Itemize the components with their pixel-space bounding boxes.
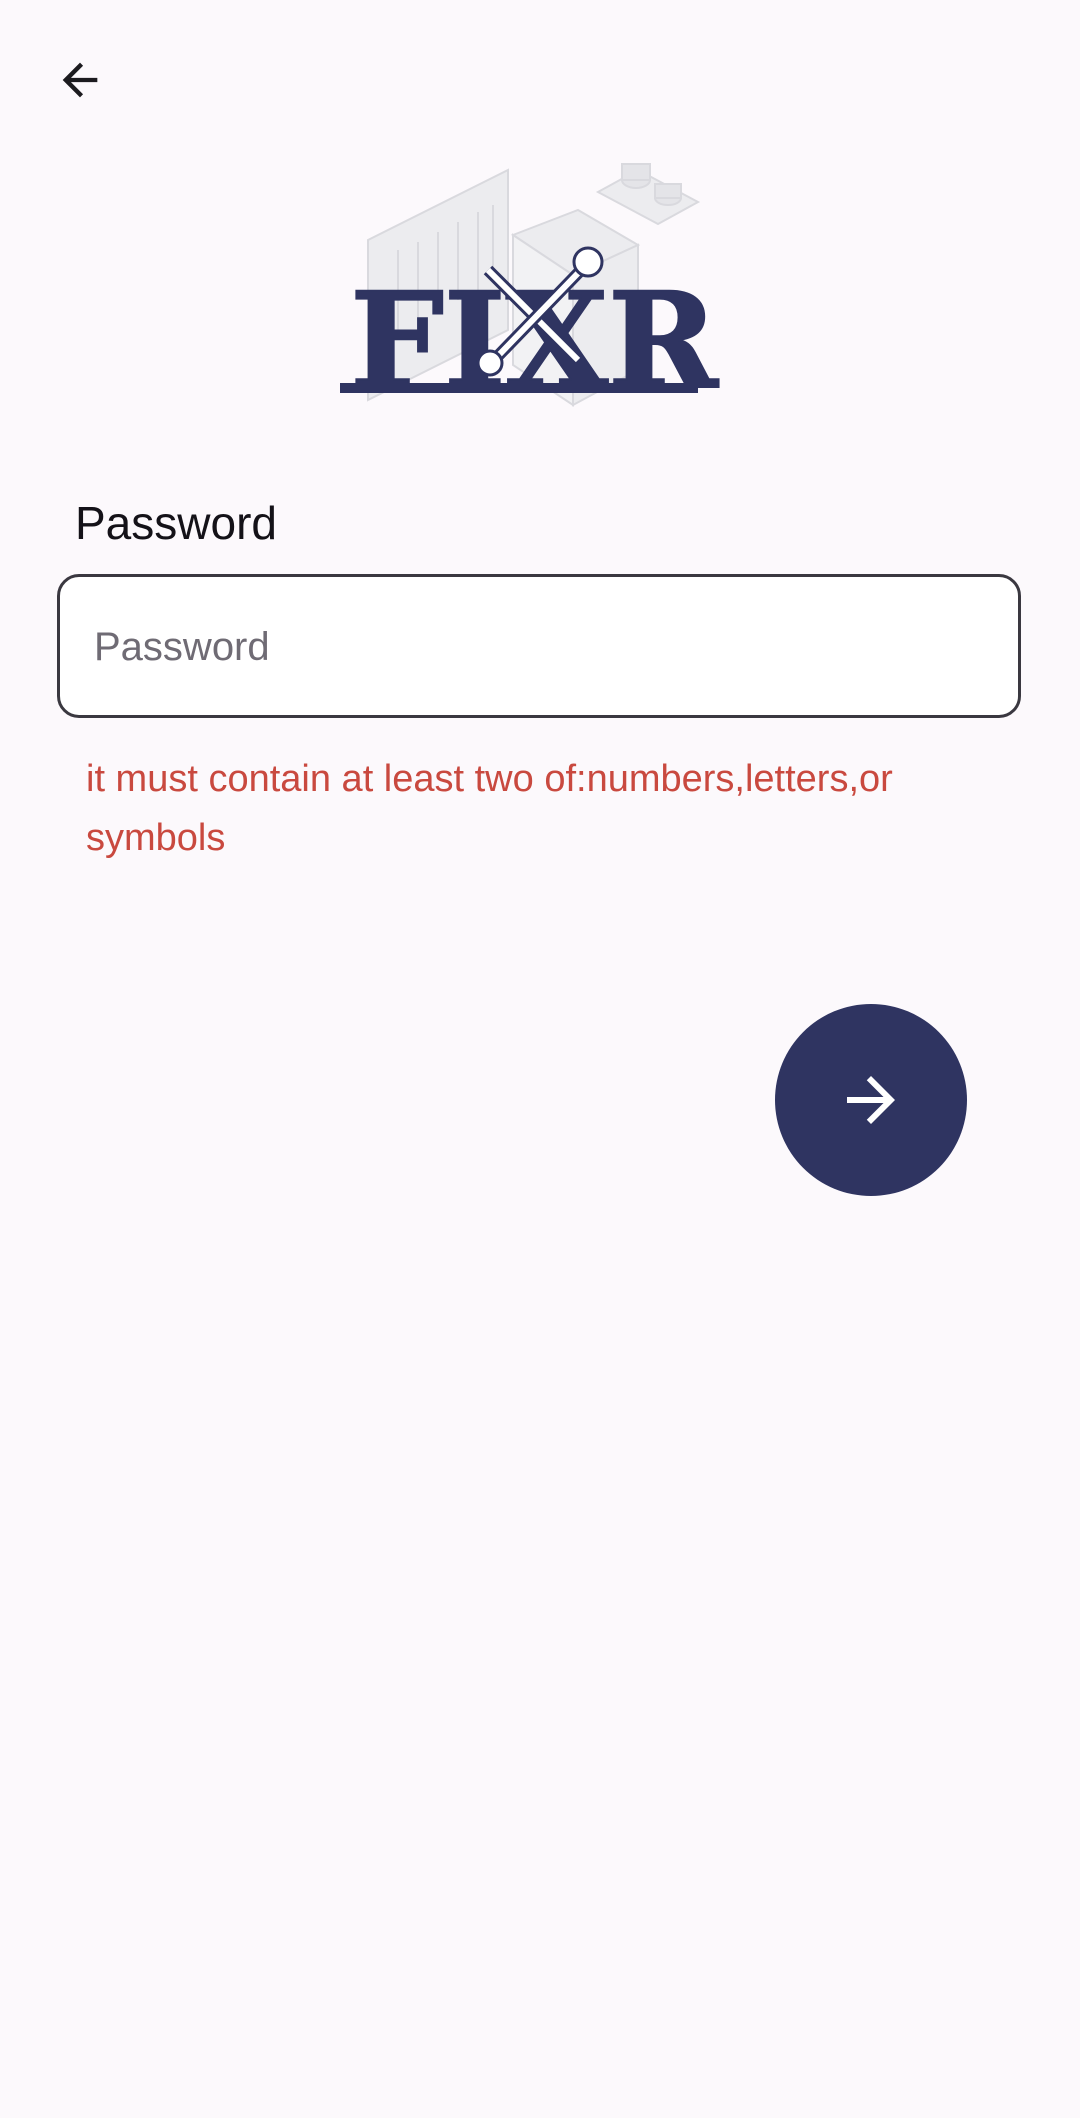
next-button[interactable]	[775, 1004, 967, 1196]
arrow-left-icon	[62, 62, 98, 98]
password-label: Password	[75, 497, 277, 549]
logo-text: FIXR	[350, 264, 719, 419]
password-field[interactable]	[57, 574, 1021, 718]
password-input[interactable]	[92, 577, 986, 717]
password-error-message: it must contain at least two of:numbers,…	[86, 758, 893, 859]
app-logo: FIXR	[340, 163, 720, 420]
back-button[interactable]	[40, 40, 120, 120]
arrow-right-icon	[847, 1076, 895, 1124]
